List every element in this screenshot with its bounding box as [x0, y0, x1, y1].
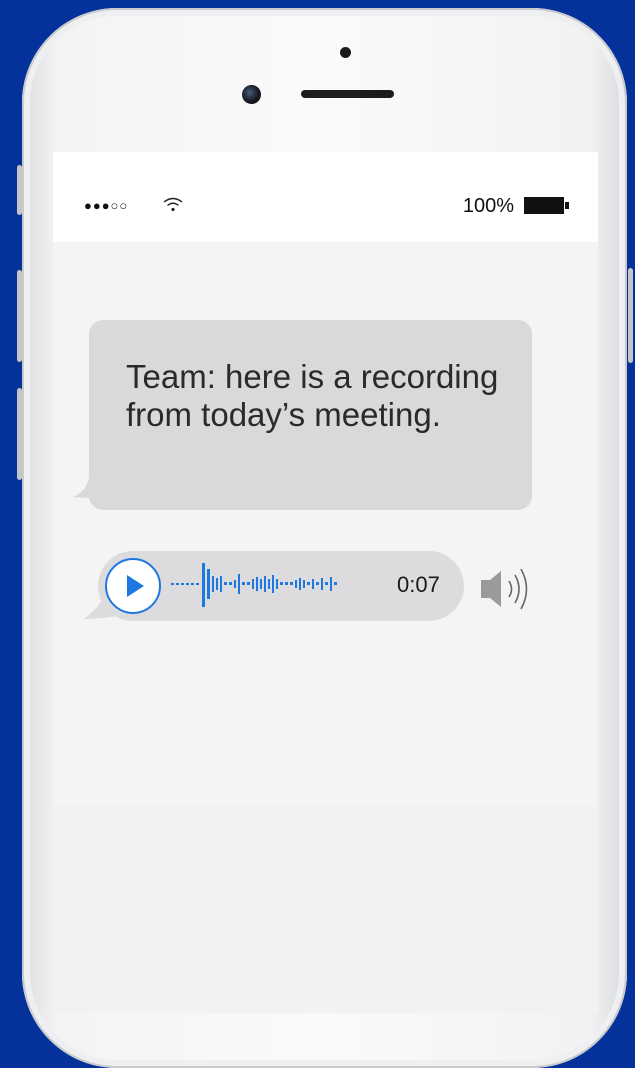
battery-icon [524, 197, 569, 214]
phone-screen: ●●●○○ 100% Team: here is a recording fro… [53, 152, 598, 1013]
screen-lower-area [53, 805, 598, 1013]
play-button[interactable] [105, 558, 161, 614]
earpiece-speaker [301, 90, 394, 98]
audio-duration: 0:07 [397, 572, 440, 597]
audio-waveform[interactable] [171, 549, 386, 619]
power-button [628, 268, 633, 363]
volume-up-button [17, 270, 22, 362]
volume-down-button [17, 388, 22, 480]
signal-strength: ●●●○○ [84, 198, 129, 213]
speaker-icon[interactable] [479, 564, 539, 614]
front-camera [242, 85, 261, 104]
proximity-sensor [340, 47, 351, 58]
message-bubble: Team: here is a recording from today’s m… [89, 320, 532, 510]
mute-switch [17, 165, 22, 215]
wifi-icon [163, 196, 183, 217]
status-bar: ●●●○○ 100% [53, 152, 598, 242]
play-icon [127, 575, 144, 597]
message-text: Team: here is a recording from today’s m… [126, 358, 499, 433]
battery-percentage: 100% [462, 195, 514, 217]
